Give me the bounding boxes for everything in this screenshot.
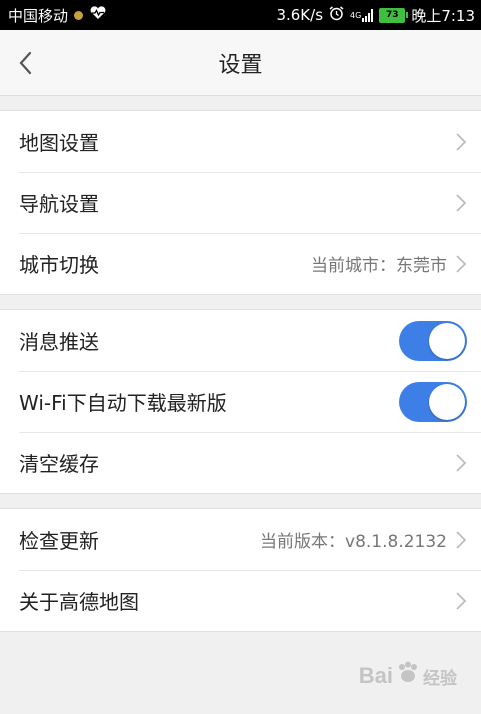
battery-level: 73 (386, 10, 399, 20)
status-bar: 中国移动 3.6K/s 4G 73 晚上7:13 (0, 0, 481, 30)
row-label: 消息推送 (19, 330, 99, 354)
city-switch-row[interactable]: 城市切换 当前城市：东莞市 (0, 233, 481, 294)
check-update-row[interactable]: 检查更新 当前版本：v8.1.8.2132 (0, 509, 481, 570)
chevron-right-icon (455, 591, 467, 611)
row-label: 检查更新 (19, 529, 99, 553)
battery-icon: 73 (379, 7, 409, 23)
signal-strength-icon (362, 8, 374, 22)
row-label: 清空缓存 (19, 452, 99, 476)
row-label: 城市切换 (19, 253, 99, 277)
alarm-clock-icon (329, 5, 344, 25)
chevron-right-icon (455, 530, 467, 550)
wifi-auto-download-toggle[interactable] (399, 381, 467, 422)
push-notification-row: 消息推送 (0, 310, 481, 371)
chevron-right-icon (455, 254, 467, 274)
settings-group-general: 消息推送 Wi-Fi下自动下载最新版 清空缓存 (0, 309, 481, 494)
row-label: 地图设置 (19, 131, 99, 155)
back-button[interactable] (14, 49, 36, 77)
chevron-right-icon (455, 193, 467, 213)
row-label: Wi-Fi下自动下载最新版 (19, 391, 227, 415)
network-type: 4G (350, 10, 362, 20)
settings-group-about: 检查更新 当前版本：v8.1.8.2132 关于高德地图 (0, 508, 481, 632)
current-version-value: 当前版本：v8.1.8.2132 (260, 532, 447, 552)
map-settings-row[interactable]: 地图设置 (0, 111, 481, 172)
toggle-knob (429, 383, 465, 420)
watermark-text: Bai (358, 663, 393, 688)
network-speed: 3.6K/s (276, 6, 324, 24)
chevron-left-icon (19, 51, 32, 75)
paw-icon (395, 660, 421, 692)
push-notification-toggle[interactable] (399, 320, 467, 361)
current-city-value: 当前城市：东莞市 (311, 256, 447, 276)
row-label: 导航设置 (19, 192, 99, 216)
title-bar: 设置 (0, 30, 481, 96)
carrier-name: 中国移动 (8, 6, 69, 25)
status-time: 晚上7:13 (411, 6, 475, 25)
settings-group-map: 地图设置 导航设置 城市切换 当前城市：东莞市 (0, 110, 481, 295)
chevron-right-icon (455, 132, 467, 152)
baidu-watermark: Bai 经验 (359, 660, 457, 692)
row-label: 关于高德地图 (19, 590, 139, 614)
page-title: 设置 (218, 52, 263, 78)
toggle-knob (429, 322, 465, 359)
about-amap-row[interactable]: 关于高德地图 (0, 570, 481, 631)
clear-cache-row[interactable]: 清空缓存 (0, 432, 481, 493)
heart-monitor-icon (89, 6, 107, 24)
chevron-right-icon (455, 453, 467, 473)
navigation-settings-row[interactable]: 导航设置 (0, 172, 481, 233)
wifi-auto-download-row: Wi-Fi下自动下载最新版 (0, 371, 481, 432)
notification-dot-icon (74, 10, 84, 20)
watermark-suffix: 经验 (423, 668, 457, 688)
